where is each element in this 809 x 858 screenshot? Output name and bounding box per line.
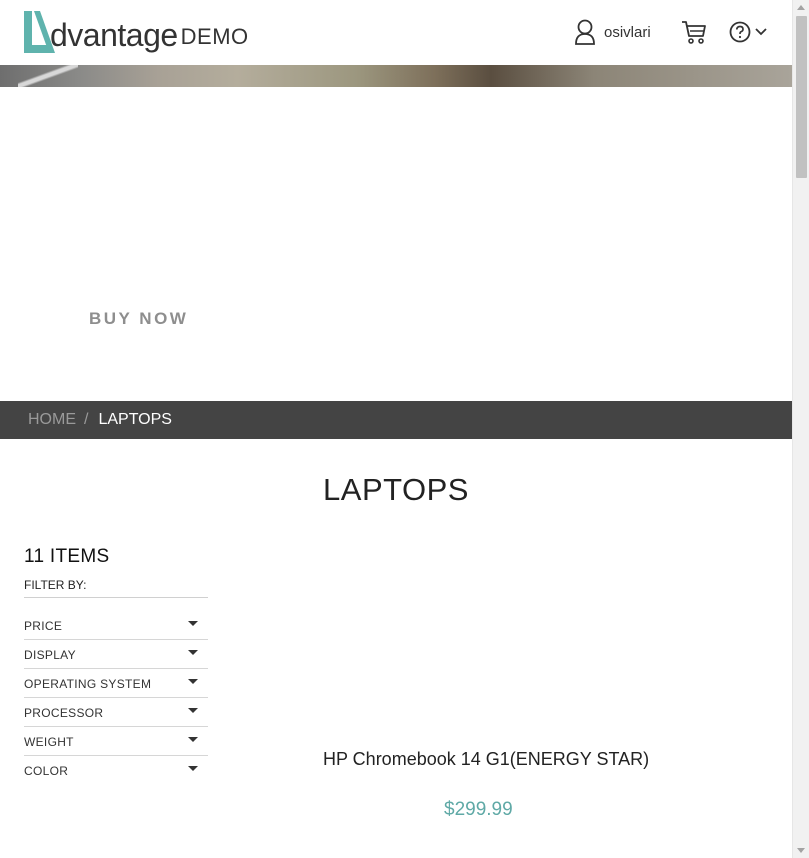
logo-mark-icon bbox=[24, 11, 55, 53]
caret-down-icon bbox=[188, 766, 198, 771]
user-menu[interactable]: osivlari bbox=[574, 19, 651, 45]
filter-color[interactable]: COLOR bbox=[24, 756, 208, 785]
breadcrumb-current: LAPTOPS bbox=[98, 411, 172, 428]
hero-banner-image bbox=[0, 65, 792, 87]
filter-processor[interactable]: PROCESSOR bbox=[24, 698, 208, 727]
logo-demo-text: DEMO bbox=[180, 24, 249, 49]
caret-down-icon bbox=[188, 650, 198, 655]
product-price: $299.99 bbox=[444, 799, 513, 820]
caret-down-icon bbox=[188, 737, 198, 742]
filter-operating-system[interactable]: OPERATING SYSTEM bbox=[24, 669, 208, 698]
site-logo[interactable]: dvantage DEMO bbox=[22, 9, 249, 55]
caret-down-icon bbox=[188, 621, 198, 626]
filter-weight[interactable]: WEIGHT bbox=[24, 727, 208, 756]
filter-label: OPERATING SYSTEM bbox=[24, 677, 152, 691]
chevron-down-icon bbox=[755, 28, 767, 36]
breadcrumb: HOME / LAPTOPS bbox=[0, 401, 792, 439]
logo-text: dvantage bbox=[50, 17, 178, 53]
caret-down-icon bbox=[188, 708, 198, 713]
site-header: dvantage DEMO osivlari bbox=[0, 0, 792, 65]
help-icon bbox=[729, 21, 751, 43]
product-name-link[interactable]: HP Chromebook 14 G1(ENERGY STAR) bbox=[323, 749, 649, 770]
filter-label: DISPLAY bbox=[24, 648, 76, 662]
user-icon bbox=[575, 19, 595, 45]
filter-label: WEIGHT bbox=[24, 735, 74, 749]
items-count: 11 ITEMS bbox=[24, 546, 110, 567]
username-label: osivlari bbox=[604, 23, 651, 41]
page-title: LAPTOPS bbox=[323, 472, 469, 507]
filter-display[interactable]: DISPLAY bbox=[24, 640, 208, 669]
filter-list: PRICE DISPLAY OPERATING SYSTEM PROCESSOR… bbox=[24, 611, 208, 785]
vertical-scrollbar[interactable] bbox=[792, 0, 809, 858]
help-menu[interactable] bbox=[729, 21, 768, 43]
scroll-down-arrow-icon[interactable] bbox=[797, 848, 805, 853]
cart-icon bbox=[682, 21, 706, 44]
filter-label: COLOR bbox=[24, 764, 69, 778]
caret-down-icon bbox=[188, 679, 198, 684]
filter-by-label: FILTER BY: bbox=[24, 578, 87, 592]
scroll-up-arrow-icon[interactable] bbox=[797, 5, 805, 10]
cart-button[interactable] bbox=[681, 19, 707, 50]
breadcrumb-home-link[interactable]: HOME bbox=[28, 411, 76, 429]
filter-price[interactable]: PRICE bbox=[24, 611, 208, 640]
filter-label: PRICE bbox=[24, 619, 63, 633]
buy-now-button[interactable]: BUY NOW bbox=[89, 309, 188, 329]
filter-label: PROCESSOR bbox=[24, 706, 104, 720]
scrollbar-thumb[interactable] bbox=[796, 16, 807, 178]
filter-divider bbox=[24, 597, 208, 598]
banner-decoration bbox=[18, 65, 78, 87]
breadcrumb-separator: / bbox=[84, 411, 89, 428]
